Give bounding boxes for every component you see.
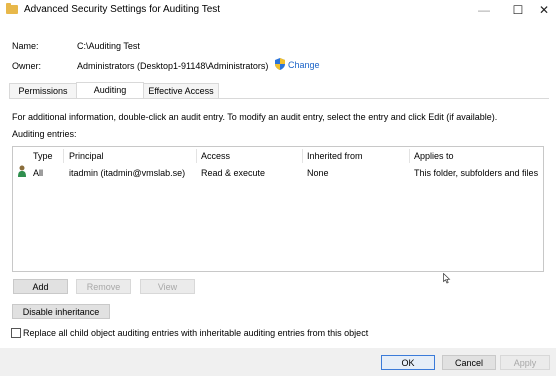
row-type: All (33, 168, 44, 178)
column-separator (409, 149, 410, 163)
tab-auditing[interactable]: Auditing (76, 82, 144, 99)
row-principal: itadmin (itadmin@vmslab.se) (69, 168, 186, 178)
name-value: C:\Auditing Test (77, 41, 140, 51)
auditing-entries-list[interactable]: Type Principal Access Inherited from App… (12, 146, 544, 272)
mouse-cursor-icon (443, 273, 451, 284)
tab-effective-access[interactable]: Effective Access (143, 83, 219, 99)
title-bar: Advanced Security Settings for Auditing … (0, 0, 556, 20)
column-header-principal[interactable]: Principal (69, 151, 104, 161)
replace-entries-label: Replace all child object auditing entrie… (23, 328, 369, 338)
auditing-info-text: For additional information, double-click… (12, 112, 498, 122)
minimize-button[interactable]: — (466, 0, 502, 20)
cancel-button[interactable]: Cancel (442, 355, 496, 370)
ok-button[interactable]: OK (381, 355, 435, 370)
column-header-inherited-from[interactable]: Inherited from (307, 151, 363, 161)
change-owner-link[interactable]: Change (288, 60, 320, 70)
column-header-access[interactable]: Access (201, 151, 230, 161)
column-header-applies-to[interactable]: Applies to (414, 151, 454, 161)
window-title: Advanced Security Settings for Auditing … (24, 4, 221, 15)
close-button[interactable]: ✕ (526, 0, 556, 20)
tab-divider (9, 98, 549, 99)
remove-button[interactable]: Remove (76, 279, 131, 294)
add-button[interactable]: Add (13, 279, 68, 294)
shield-icon (275, 58, 285, 70)
column-separator (302, 149, 303, 163)
name-label: Name: (12, 41, 39, 51)
owner-value: Administrators (Desktop1-91148\Administr… (77, 61, 269, 71)
folder-icon (6, 3, 18, 14)
tab-permissions[interactable]: Permissions (9, 83, 77, 99)
user-icon (18, 165, 26, 177)
column-separator (196, 149, 197, 163)
row-inherited-from: None (307, 168, 329, 178)
replace-entries-checkbox[interactable] (11, 328, 21, 338)
row-applies-to: This folder, subfolders and files (414, 168, 539, 178)
column-separator (63, 149, 64, 163)
owner-label: Owner: (12, 61, 42, 71)
view-button[interactable]: View (140, 279, 195, 294)
apply-button[interactable]: Apply (500, 355, 550, 370)
row-access: Read & execute (201, 168, 266, 178)
column-header-type[interactable]: Type (33, 151, 53, 161)
auditing-entries-label: Auditing entries: (12, 129, 77, 139)
disable-inheritance-button[interactable]: Disable inheritance (12, 304, 110, 319)
